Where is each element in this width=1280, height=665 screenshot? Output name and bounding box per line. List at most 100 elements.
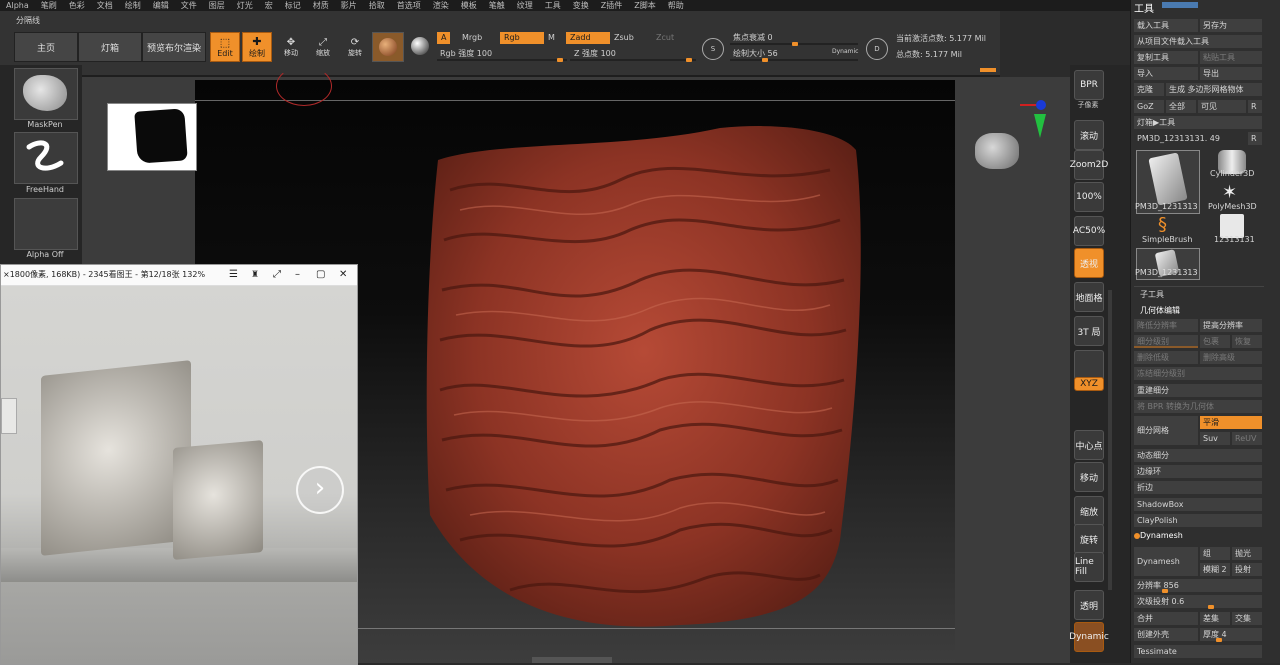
- mrgb-chip[interactable]: Mrgb: [458, 32, 486, 44]
- zsub-chip[interactable]: Zsub: [610, 32, 638, 44]
- intersect-button[interactable]: 交集: [1232, 612, 1262, 625]
- alpha-thumbnail[interactable]: [107, 103, 197, 171]
- navigation-cube-icon[interactable]: [975, 133, 1019, 169]
- subproject-slider[interactable]: 次级投射 0.6: [1134, 595, 1262, 608]
- menu-item[interactable]: 渲染: [427, 0, 455, 11]
- copy-tool-button[interactable]: 复制工具: [1134, 51, 1198, 64]
- shelf-move-button[interactable]: 移动: [1074, 462, 1104, 492]
- color-picker[interactable]: [406, 32, 434, 60]
- menu-item[interactable]: 模板: [455, 0, 483, 11]
- z-intensity-slider[interactable]: [570, 59, 696, 61]
- zcut-chip[interactable]: Zcut: [652, 32, 678, 44]
- menu-item[interactable]: Z插件: [595, 0, 628, 11]
- shelf-rotate-button[interactable]: 旋转: [1074, 524, 1104, 554]
- shelf-lock-button[interactable]: [1074, 350, 1104, 380]
- geometry-header[interactable]: 几何体编辑: [1140, 305, 1180, 316]
- r-button[interactable]: R: [1248, 100, 1262, 113]
- edit-button[interactable]: ⬚ Edit: [210, 32, 240, 62]
- zadd-chip[interactable]: Zadd: [566, 32, 610, 44]
- higher-res-button[interactable]: 提高分辨率: [1200, 319, 1262, 332]
- rotate-button[interactable]: ⟳ 旋转: [340, 32, 370, 62]
- load-tool-button[interactable]: 载入工具: [1134, 19, 1198, 32]
- focal-shift-knob[interactable]: [792, 42, 798, 46]
- shelf-transp-button[interactable]: 透明: [1074, 590, 1104, 620]
- merge-button[interactable]: 合并: [1134, 612, 1198, 625]
- restore-button[interactable]: 恢复: [1232, 335, 1262, 348]
- menu-item[interactable]: 影片: [335, 0, 363, 11]
- dynamesh-header[interactable]: Dynamesh: [1140, 531, 1183, 540]
- subproject-knob[interactable]: [1208, 605, 1214, 609]
- gizmo-z-axis[interactable]: [1036, 100, 1046, 110]
- tessimate-section[interactable]: Tessimate: [1134, 645, 1262, 658]
- shelf-scroll-button[interactable]: 滚动: [1074, 120, 1104, 150]
- menu-item[interactable]: 色彩: [63, 0, 91, 11]
- polish-toggle[interactable]: 抛光: [1232, 547, 1262, 560]
- export-button[interactable]: 导出: [1200, 67, 1262, 80]
- fullscreen-icon[interactable]: ⤢: [273, 265, 281, 285]
- shelf-bpr-button[interactable]: BPR: [1074, 70, 1104, 100]
- claypolish-section[interactable]: ClayPolish: [1134, 514, 1262, 527]
- shelf-ac50-button[interactable]: AC50%: [1073, 216, 1105, 246]
- dynamesh-button[interactable]: Dynamesh: [1134, 547, 1198, 576]
- menu-item[interactable]: 纹理: [511, 0, 539, 11]
- shelf-xyz-button[interactable]: XYZ: [1074, 377, 1104, 391]
- shadowbox-section[interactable]: ShadowBox: [1134, 498, 1262, 511]
- draw-size-slider[interactable]: [730, 59, 858, 61]
- rgb-chip[interactable]: Rgb: [500, 32, 544, 44]
- freehand-stroke[interactable]: [14, 132, 78, 184]
- polymesh-star-icon[interactable]: ✶: [1222, 182, 1237, 203]
- menu-item[interactable]: 文档: [91, 0, 119, 11]
- project-toggle[interactable]: 投射: [1232, 563, 1262, 576]
- menu-item[interactable]: 图层: [203, 0, 231, 11]
- divide-button[interactable]: 细分网格: [1134, 416, 1198, 445]
- menu-item[interactable]: Z脚本: [628, 0, 661, 11]
- thickness-slider[interactable]: 厚度 4: [1200, 628, 1262, 641]
- d-sphere-icon[interactable]: D: [866, 38, 888, 60]
- menu-item[interactable]: 编辑: [147, 0, 175, 11]
- menu-item[interactable]: 绘制: [119, 0, 147, 11]
- material-swatch[interactable]: [372, 32, 404, 62]
- convert-bpr-button[interactable]: 将 BPR 转换为几何体: [1134, 400, 1262, 413]
- menu-item[interactable]: 拾取: [363, 0, 391, 11]
- menu-item[interactable]: 宏: [259, 0, 279, 11]
- make-polymesh-button[interactable]: 生成 多边形网格物体: [1166, 83, 1262, 96]
- cage-button[interactable]: 包裹: [1200, 335, 1230, 348]
- reconstruct-subdiv-button[interactable]: 重建细分: [1134, 384, 1262, 397]
- menu-item[interactable]: 文件: [175, 0, 203, 11]
- shelf-scale-button[interactable]: 缩放: [1074, 496, 1104, 526]
- menu-item[interactable]: 首选项: [391, 0, 427, 11]
- gizmo-y-axis[interactable]: [1034, 114, 1046, 138]
- dynamic-label[interactable]: Dynamic: [832, 48, 858, 55]
- menu-icon[interactable]: ☰: [229, 265, 238, 285]
- subtool-header[interactable]: 子工具: [1140, 289, 1164, 300]
- smooth-toggle[interactable]: 平滑: [1200, 416, 1262, 429]
- tab-bpr-preview[interactable]: 预览布尔渲染: [142, 32, 206, 62]
- r-button-2[interactable]: R: [1248, 132, 1262, 145]
- reuv-toggle[interactable]: ReUV: [1232, 432, 1262, 445]
- shelf-zoom2d-button[interactable]: Zoom2D: [1070, 150, 1108, 180]
- alpha-off-tile[interactable]: [14, 198, 78, 250]
- tool-panel-handle[interactable]: [1162, 2, 1198, 8]
- paste-tool-button[interactable]: 粘贴工具: [1200, 51, 1262, 64]
- rgb-intensity-knob[interactable]: [557, 58, 563, 62]
- shelf-local-button[interactable]: 3T 局: [1074, 316, 1104, 346]
- tab-home[interactable]: 主页: [14, 32, 78, 62]
- goz-button[interactable]: GoZ: [1134, 100, 1164, 113]
- shelf-perspective-button[interactable]: 透视: [1074, 248, 1104, 278]
- resolution-slider[interactable]: 分辨率 856: [1134, 579, 1262, 592]
- sculpt-mesh[interactable]: [420, 120, 870, 640]
- shelf-floor-button[interactable]: 地面格: [1074, 282, 1104, 312]
- group-toggle[interactable]: 组: [1200, 547, 1230, 560]
- shelf-dynamic-button[interactable]: Dynamic: [1069, 622, 1109, 652]
- m-chip[interactable]: M: [544, 32, 559, 44]
- menu-item[interactable]: 帮助: [662, 0, 690, 11]
- a-chip[interactable]: A: [437, 32, 451, 44]
- menu-item[interactable]: 笔刷: [35, 0, 63, 11]
- thickness-knob[interactable]: [1216, 638, 1222, 642]
- z-intensity-knob[interactable]: [686, 58, 692, 62]
- suv-toggle[interactable]: Suv: [1200, 432, 1230, 445]
- move-button[interactable]: ✥ 移动: [276, 32, 306, 62]
- shelf-center-button[interactable]: 中心点: [1074, 430, 1104, 460]
- tab-lightbox[interactable]: 灯箱: [78, 32, 142, 62]
- menu-item[interactable]: 材质: [307, 0, 335, 11]
